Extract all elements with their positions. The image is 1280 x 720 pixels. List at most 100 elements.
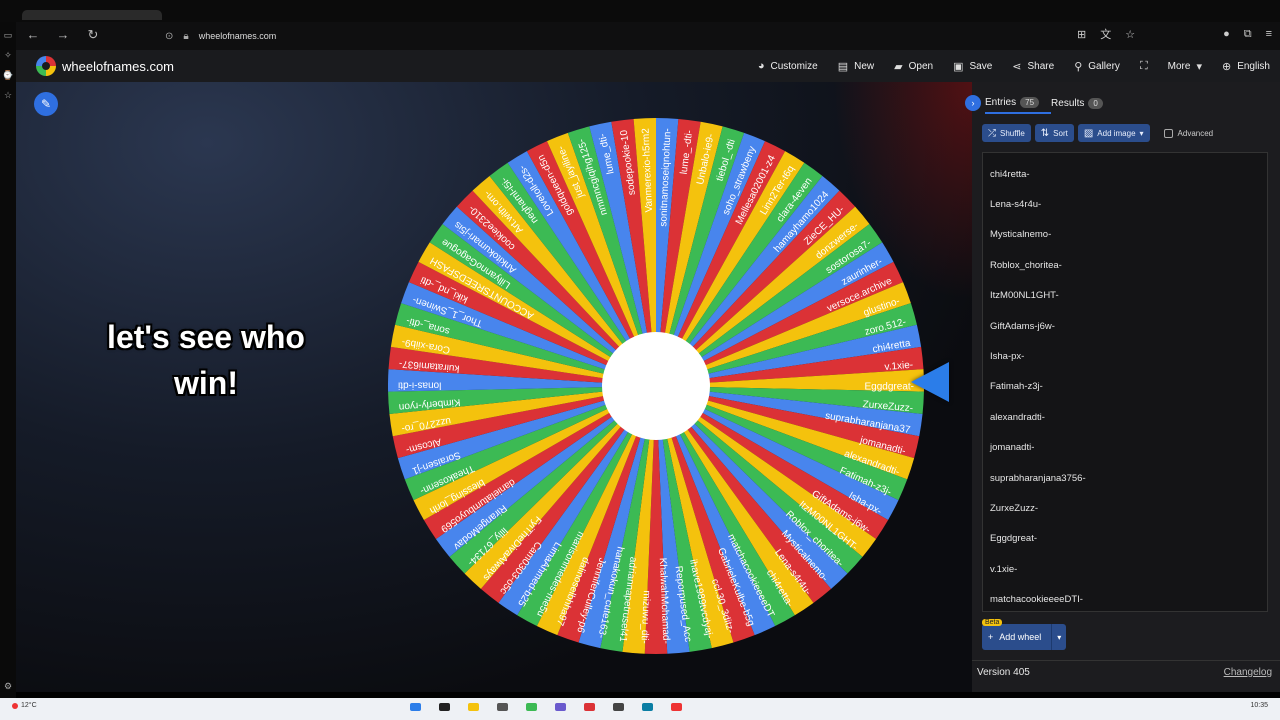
star-icon[interactable]: ☆ (1125, 28, 1135, 41)
search-icon[interactable] (439, 703, 450, 711)
taskbar-apps (410, 703, 682, 711)
fullscreen-button[interactable]: ⛶ (1130, 50, 1158, 82)
app-icon[interactable] (497, 703, 508, 711)
entries-list[interactable]: chi4retta- Lena-s4r4u- Mysticalnemo- Roblox… (982, 152, 1268, 612)
app-icon[interactable] (584, 703, 595, 711)
entry-item[interactable]: Isha-px- (983, 341, 1267, 371)
wheel[interactable]: v.1xie- Eggdgreat- ZurxeZuzz-suprabharanja… (386, 116, 949, 656)
entry-item[interactable]: matchacookieeeeDTI- (983, 584, 1267, 614)
install-icon[interactable]: ⊞ (1077, 28, 1086, 41)
sort-label: Sort (1053, 128, 1068, 138)
bookmark-icon[interactable]: ☆ (4, 90, 12, 101)
entry-item[interactable]: alexandradti- (983, 402, 1267, 432)
panel-footer: Version 405 Changelog (972, 660, 1280, 684)
reload-icon[interactable]: ↻ (82, 27, 104, 43)
gallery-label: Gallery (1088, 60, 1120, 72)
start-icon[interactable] (410, 703, 421, 711)
wheel-center[interactable] (602, 332, 710, 440)
chevron-down-icon: ▾ (1057, 632, 1062, 642)
add-wheel-label: Add wheel (999, 632, 1042, 642)
settings-icon[interactable]: ⚙ (4, 681, 12, 692)
open-button[interactable]: ▰ Open (884, 50, 943, 82)
customize-button[interactable]: ◕ Customize (748, 50, 828, 82)
edit-pencil-button[interactable]: ✎ (34, 92, 58, 116)
browser-address-bar: ← → ↻ ⊙ 🔒︎ wheelofnames.com ⊞ ⽂ ☆ ● ⧉ ≡ (0, 22, 1280, 50)
entry-item[interactable]: suprabharanjana3756- (983, 463, 1267, 493)
entry-item[interactable]: jomanadti- (983, 433, 1267, 463)
browser-tab-strip (0, 0, 1280, 22)
browser-tab[interactable] (22, 10, 162, 20)
os-taskbar: 12°C 10:35 (0, 698, 1280, 720)
customize-label: Customize (770, 60, 818, 72)
back-icon[interactable]: ← (22, 27, 44, 43)
tab-results[interactable]: Results 0 (1051, 92, 1115, 114)
results-count-badge: 0 (1088, 97, 1103, 109)
checkbox-box[interactable] (1163, 128, 1173, 138)
gallery-button[interactable]: ⚲ Gallery (1064, 50, 1130, 82)
language-button[interactable]: ⊕ English (1212, 50, 1280, 82)
tab-results-label: Results (1051, 97, 1085, 109)
url-field[interactable]: ⊙ 🔒︎ wheelofnames.com (165, 26, 1150, 46)
share-button[interactable]: ⋖ Share (1002, 50, 1064, 82)
folder-icon[interactable] (468, 703, 479, 711)
chevron-down-icon: ▾ (1196, 60, 1202, 73)
forward-icon[interactable]: → (52, 27, 74, 43)
profile-icon[interactable]: ● (1223, 28, 1230, 40)
new-label: New (854, 60, 875, 72)
entry-item[interactable]: GiftAdams-j6w- (983, 311, 1267, 341)
extensions-icon[interactable]: ⧉ (1244, 28, 1252, 41)
entry-item[interactable]: Fatimah-z3j- (983, 372, 1267, 402)
sort-button[interactable]: ⇅ Sort (1034, 124, 1074, 142)
collapse-panel-button[interactable]: › (965, 95, 981, 111)
weather-icon (12, 702, 18, 709)
add-wheel-dropdown[interactable]: ▾ (1051, 624, 1067, 650)
entry-item[interactable]: chi4retta- (983, 159, 1267, 189)
changelog-link[interactable]: Changelog (1224, 667, 1272, 678)
url-text: wheelofnames.com (198, 31, 277, 41)
wheel-pointer (911, 362, 949, 402)
entry-item[interactable]: ZurxeZuzz- (983, 493, 1267, 523)
app-icon[interactable] (526, 703, 537, 711)
entry-item[interactable]: Roblox_choritea- (983, 250, 1267, 280)
open-label: Open (908, 60, 934, 72)
tabs-icon[interactable]: ▭ (4, 30, 13, 41)
add-image-button[interactable]: ▨ Add image ▾ (1077, 124, 1150, 142)
shuffle-button[interactable]: ⤮ Shuffle (982, 124, 1031, 142)
main-menu: ◕ Customize ▤ New ▰ Open ▣ Save ⋖ Share ⚲ Gall… (748, 50, 1280, 82)
palette-icon: ◕ (757, 60, 765, 72)
app-icon[interactable] (613, 703, 624, 711)
advanced-label: Advanced (1177, 128, 1214, 138)
more-button[interactable]: More ▾ (1158, 50, 1212, 82)
folder-icon: ▰ (894, 60, 903, 73)
save-label: Save (969, 60, 993, 72)
weather-widget[interactable]: 12°C (12, 702, 37, 709)
wheel-svg[interactable]: v.1xie-Eggdgreat-ZurxeZuzz-suprabharanja… (386, 116, 926, 656)
new-button[interactable]: ▤ New (828, 50, 884, 82)
entry-item[interactable]: Lena-s4r4u- (983, 189, 1267, 219)
chrome-icon[interactable] (671, 703, 682, 711)
entry-item[interactable]: ItzM00NL1GHT- (983, 281, 1267, 311)
brand[interactable]: wheelofnames.com (36, 56, 174, 76)
tab-entries[interactable]: Entries 75 (985, 92, 1052, 114)
shuffle-icon: ⤮ (988, 127, 996, 139)
translate-icon[interactable]: ⽂ (1100, 26, 1111, 42)
entry-item[interactable]: Eggdgreat- (983, 524, 1267, 554)
entry-item[interactable]: Mysticalnemo- (983, 220, 1267, 250)
language-label: English (1237, 60, 1270, 72)
entry-item[interactable]: v.1xie- (983, 554, 1267, 584)
site-info-icon[interactable]: ⊙ (165, 31, 173, 42)
ai-icon[interactable]: ✧ (4, 50, 12, 61)
browser-menu-icon[interactable]: ≡ (1266, 28, 1272, 40)
app-icon[interactable] (555, 703, 566, 711)
save-button[interactable]: ▣ Save (943, 50, 1002, 82)
entries-toolbar: ⤮ Shuffle ⇅ Sort ▨ Add image ▾ Advanced (982, 124, 1213, 142)
search-icon: ⚲ (1074, 60, 1083, 73)
add-wheel-button[interactable]: + Add wheel (982, 624, 1052, 650)
caption-line-1: let's see who (107, 319, 305, 355)
app-icon[interactable] (642, 703, 653, 711)
history-icon[interactable]: ⌚ (2, 70, 13, 81)
clock: 10:35 (1250, 702, 1268, 709)
share-icon: ⋖ (1012, 60, 1022, 73)
advanced-checkbox[interactable]: Advanced (1163, 128, 1214, 138)
save-icon: ▣ (953, 60, 964, 73)
